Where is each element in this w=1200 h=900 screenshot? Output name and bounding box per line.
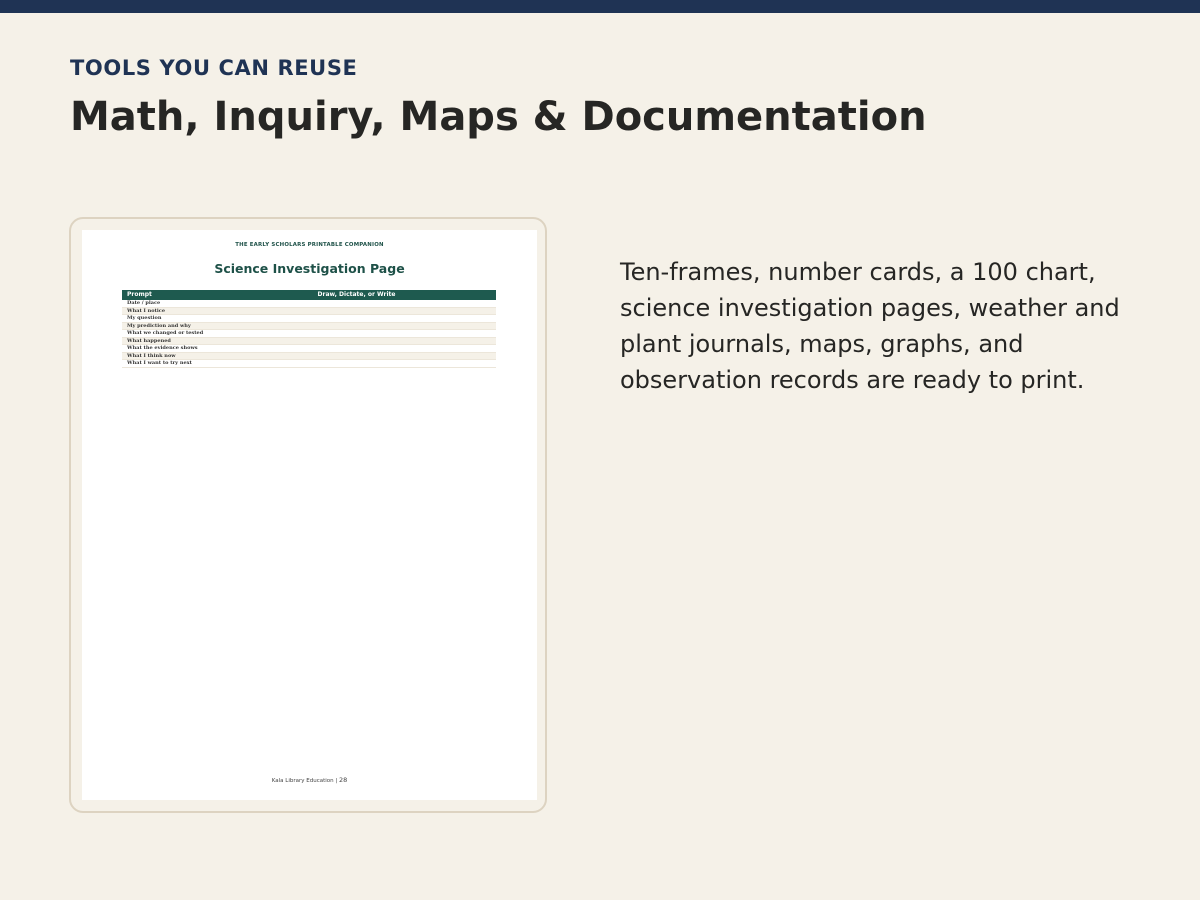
top-accent-bar [0,0,1200,13]
table-row: What I notice [122,307,496,315]
response-cell [217,307,496,315]
footer-separator: | [335,778,338,784]
response-cell [217,314,496,323]
prompt-cell: What I notice [122,307,217,315]
response-cell [217,329,496,338]
table-row: What I think now [122,352,496,360]
table-row: My question [122,314,496,323]
response-cell [217,344,496,353]
response-cell [217,337,496,345]
slide-title: Math, Inquiry, Maps & Documentation [70,94,927,140]
response-cell [217,322,496,330]
table-header-row: Prompt Draw, Dictate, or Write [122,290,496,300]
column-header-prompt: Prompt [122,290,217,300]
table-row: What the evidence shows [122,344,496,353]
response-cell [217,359,496,368]
prompt-cell: What the evidence shows [122,344,217,353]
prompt-cell: What I want to try next [122,359,217,368]
document-header: THE EARLY SCHOLARS PRINTABLE COMPANION [235,242,384,248]
document-page: THE EARLY SCHOLARS PRINTABLE COMPANION S… [82,230,537,800]
prompt-cell: Date / place [122,300,217,308]
table-row: What I want to try next [122,359,496,368]
table-row: What we changed or tested [122,329,496,338]
response-cell [217,300,496,308]
prompt-cell: What I think now [122,352,217,360]
prompt-cell: What happened [122,337,217,345]
prompt-cell: My question [122,314,217,323]
response-cell [217,352,496,360]
prompt-cell: What we changed or tested [122,329,217,338]
prompt-cell: My prediction and why [122,322,217,330]
column-header-response: Draw, Dictate, or Write [217,290,496,300]
table-row: My prediction and why [122,322,496,330]
footer-page-number: 28 [338,776,348,784]
slide-description: Ten-frames, number cards, a 100 chart, s… [620,258,1120,394]
section-eyebrow: TOOLS YOU CAN REUSE [70,56,358,80]
footer-publisher: Kala Library Education [271,778,334,784]
document-title: Science Investigation Page [214,261,405,276]
table-row: What happened [122,337,496,345]
document-footer: Kala Library Education | 28 [82,776,537,784]
investigation-table: Prompt Draw, Dictate, or Write Date / pl… [122,290,496,368]
table-row: Date / place [122,300,496,308]
